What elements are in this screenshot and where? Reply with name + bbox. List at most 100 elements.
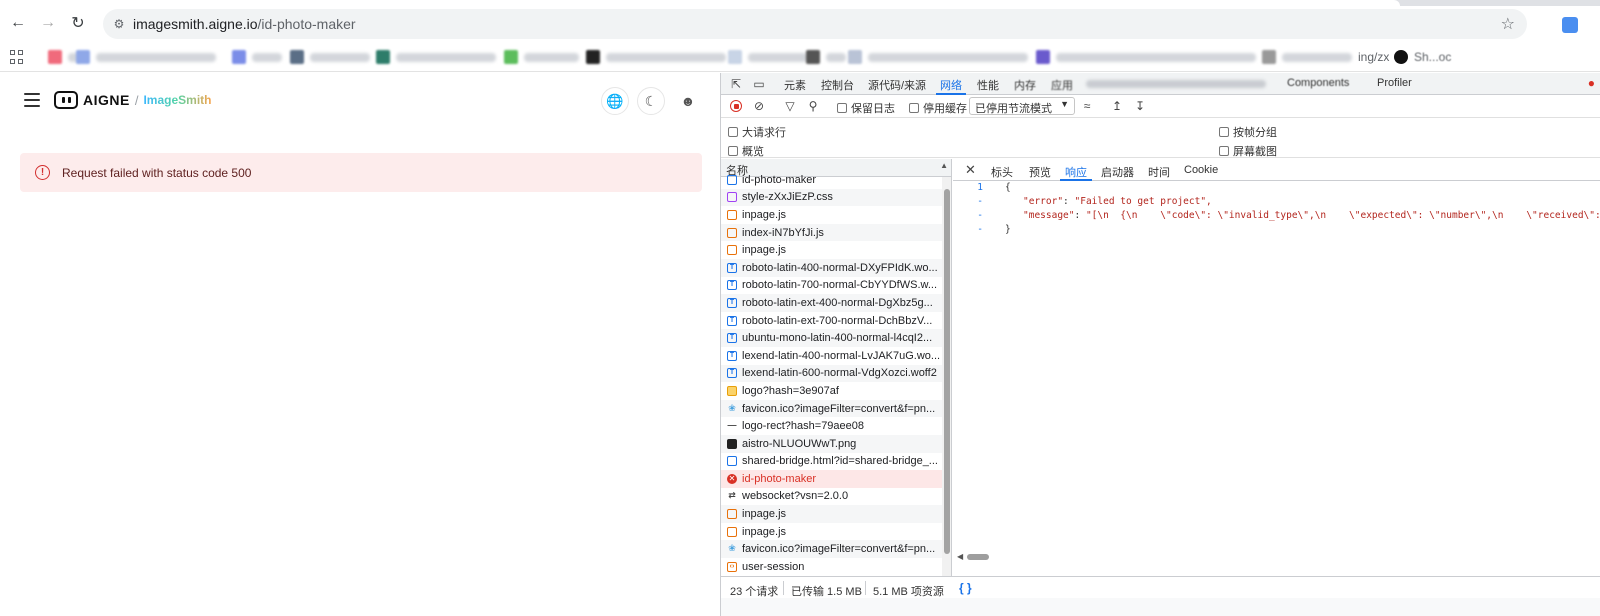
tab-response[interactable]: 响应 <box>1060 164 1092 181</box>
bookmark-item[interactable] <box>76 49 216 65</box>
devtools-error-icon[interactable]: ● <box>1588 76 1595 90</box>
scrollbar-thumb[interactable] <box>944 189 950 554</box>
tab-performance[interactable]: 性能 <box>977 77 999 93</box>
tab-application[interactable]: 应用 <box>1051 77 1073 93</box>
disable-cache-label: 停用缓存 <box>923 103 967 115</box>
bookmark-item[interactable] <box>1036 49 1256 65</box>
request-row[interactable]: Tubuntu-mono-latin-400-normal-l4cqI2... <box>721 329 942 347</box>
screenshots-checkbox[interactable]: 屏幕截图 <box>1219 143 1277 159</box>
tab-memory[interactable]: 内存 <box>1014 77 1036 93</box>
tab-headers[interactable]: 标头 <box>991 164 1013 180</box>
sort-arrow-icon[interactable]: ▲ <box>940 161 948 170</box>
group-by-frame-checkbox[interactable]: 按帧分组 <box>1219 124 1277 140</box>
apps-grid-icon[interactable] <box>10 50 24 64</box>
clear-icon[interactable]: ⊘ <box>752 99 766 113</box>
tab-profiler[interactable]: Profiler <box>1377 77 1412 89</box>
tab-timing[interactable]: 时间 <box>1148 164 1170 180</box>
import-har-icon[interactable]: ↥ <box>1110 99 1124 113</box>
tab-components[interactable]: Components <box>1287 77 1349 89</box>
url-path: /id-photo-maker <box>257 16 356 32</box>
request-row[interactable]: Troboto-latin-ext-400-normal-DgXbz5g... <box>721 294 942 312</box>
request-row[interactable]: ⇄ websocket?vsn=2.0.0 <box>721 488 942 506</box>
bookmark-star-icon[interactable]: ☆ <box>1501 14 1515 34</box>
response-body[interactable]: 1 { - "error": "Failed to get project", - "… <box>953 182 1600 552</box>
request-row[interactable]: Troboto-latin-400-normal-DXyFPIdK.wo... <box>721 258 942 277</box>
tab-network[interactable]: 网络 <box>936 77 966 95</box>
bookmark-item[interactable] <box>728 49 808 65</box>
request-name: index-iN7bYfJi.js <box>742 226 824 239</box>
request-row[interactable]: Tlexend-latin-600-normal-VdgXozci.woff2 <box>721 364 942 383</box>
request-row[interactable]: — logo-rect?hash=79aee08 <box>721 417 942 435</box>
network-conditions-icon[interactable]: ≈ <box>1080 99 1094 113</box>
request-row[interactable]: inpage.js <box>721 206 942 224</box>
bookmark-item[interactable] <box>806 49 846 65</box>
dash-file-icon: — <box>727 420 737 431</box>
bookmark-item[interactable] <box>848 49 1028 65</box>
response-horizontal-scrollbar[interactable]: ◀ <box>953 552 1600 562</box>
request-row[interactable]: shared-bridge.html?id=shared-bridge_... <box>721 453 942 471</box>
site-info-icon[interactable]: ⚙ <box>111 16 127 32</box>
pretty-print-icon[interactable]: { } <box>959 581 972 595</box>
tab-cookie[interactable]: Cookie <box>1184 164 1218 176</box>
tab-sources[interactable]: 源代码/来源 <box>868 77 926 93</box>
tab-preview[interactable]: 预览 <box>1029 164 1051 180</box>
tab-elements[interactable]: 元素 <box>784 77 806 93</box>
preserve-log-checkbox[interactable]: 保留日志 <box>837 100 895 116</box>
overview-checkbox[interactable]: 概览 <box>728 143 764 159</box>
bookmark-item[interactable] <box>504 49 579 65</box>
request-row[interactable]: Tlexend-latin-400-normal-LvJAK7uG.wo... <box>721 347 942 365</box>
record-stop-icon[interactable] <box>730 100 742 112</box>
brand-separator: / <box>134 92 139 108</box>
request-row[interactable]: ✕ id-photo-maker <box>721 470 942 488</box>
bookmark-item[interactable] <box>290 49 370 65</box>
reload-icon[interactable]: ↻ <box>65 10 91 36</box>
request-name: ubuntu-mono-latin-400-normal-l4cqI2... <box>742 332 933 345</box>
request-row[interactable]: index-iN7bYfJi.js <box>721 223 942 242</box>
request-row[interactable]: id-photo-maker <box>721 171 942 189</box>
request-row[interactable]: aistro-NLUOUWwT.png <box>721 434 942 453</box>
preserve-log-label: 保留日志 <box>851 103 895 115</box>
user-account-icon[interactable]: ☻ <box>674 87 702 115</box>
scrollbar-thumb[interactable] <box>967 554 989 560</box>
close-detail-icon[interactable]: ✕ <box>965 162 976 178</box>
request-name: user-session <box>742 560 805 573</box>
bookmark-item[interactable] <box>232 49 282 65</box>
big-request-rows-checkbox[interactable]: 大请求行 <box>728 124 786 140</box>
request-row[interactable]: Troboto-latin-700-normal-CbYYDfWS.w... <box>721 277 942 295</box>
app-logo[interactable]: AIGNE / ImageSmith <box>54 89 211 111</box>
bookmark-item[interactable]: Sh...oc <box>1394 49 1451 65</box>
language-globe-icon[interactable]: 🌐 <box>601 87 629 115</box>
request-row[interactable]: logo?hash=3e907af <box>721 382 942 400</box>
back-arrow-icon[interactable]: ← <box>5 10 31 36</box>
tab-initiator[interactable]: 启动器 <box>1101 164 1134 180</box>
request-row[interactable]: ❀ favicon.ico?imageFilter=convert&f=pn... <box>721 540 942 559</box>
request-row[interactable]: inpage.js <box>721 241 942 259</box>
request-row[interactable]: ‹› user-session <box>721 558 942 576</box>
request-row[interactable]: inpage.js <box>721 523 942 541</box>
export-har-icon[interactable]: ↧ <box>1133 99 1147 113</box>
device-toolbar-icon[interactable]: ▭ <box>752 77 766 91</box>
bookmark-item[interactable] <box>376 49 496 65</box>
theme-moon-icon[interactable]: ☾ <box>637 87 665 115</box>
inspect-element-icon[interactable]: ⇱ <box>729 77 743 91</box>
forward-arrow-icon[interactable]: → <box>35 10 61 36</box>
bookmark-item[interactable]: ing/zx <box>1262 49 1389 65</box>
tab-console[interactable]: 控制台 <box>821 77 854 93</box>
hamburger-menu-icon[interactable] <box>24 93 40 107</box>
bookmark-item[interactable] <box>586 49 726 65</box>
scroll-left-icon[interactable]: ◀ <box>957 552 963 561</box>
address-bar[interactable]: ⚙ imagesmith.aigne.io/id-photo-maker ☆ <box>103 9 1527 39</box>
request-row[interactable]: Troboto-latin-ext-700-normal-DchBbzV... <box>721 312 942 330</box>
request-row[interactable]: inpage.js <box>721 505 942 523</box>
search-icon[interactable]: ⚲ <box>806 99 820 113</box>
filter-icon[interactable]: ▽ <box>783 99 797 113</box>
request-list-scrollbar[interactable] <box>942 177 951 576</box>
disable-cache-checkbox[interactable]: 停用缓存 <box>909 100 967 116</box>
request-name: roboto-latin-700-normal-CbYYDfWS.w... <box>742 279 938 292</box>
throttling-select[interactable]: 已停用节流模式 ▼ <box>969 97 1075 115</box>
url-text[interactable]: imagesmith.aigne.io/id-photo-maker <box>133 16 356 32</box>
extension-icon[interactable] <box>1562 17 1578 33</box>
request-row[interactable]: ❀ favicon.ico?imageFilter=convert&f=pn... <box>721 399 942 418</box>
img-file-icon <box>727 385 737 396</box>
request-row[interactable]: style-zXxJiEzP.css <box>721 188 942 207</box>
